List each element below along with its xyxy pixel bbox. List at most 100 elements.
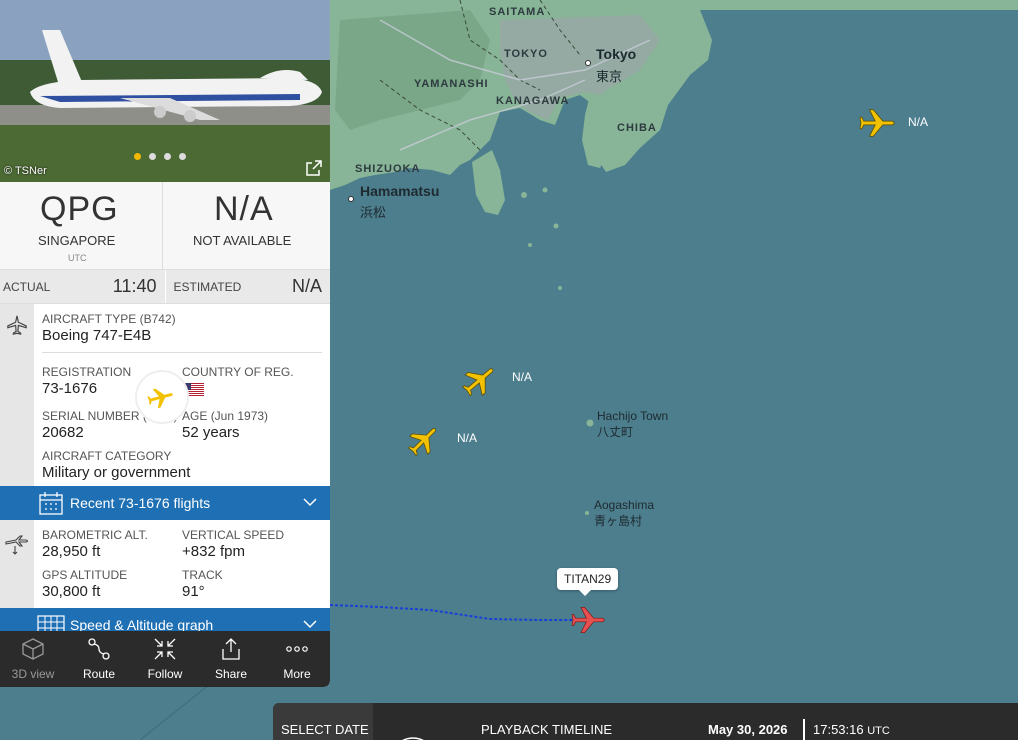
recent-flights-label: Recent 73-1676 flights <box>70 495 211 511</box>
flight-times: ACTUAL 11:40 ESTIMATED N/A <box>0 270 330 304</box>
route-button[interactable]: Route <box>66 631 132 687</box>
aircraft-icon[interactable] <box>462 360 500 398</box>
island-hachijo-jp: 八丈町 <box>597 425 634 439</box>
city-marker-hamamatsu <box>348 196 354 202</box>
gps-alt-value: 30,800 ft <box>42 583 101 600</box>
selected-aircraft-icon[interactable] <box>570 602 610 638</box>
vertical-speed-label: VERTICAL SPEED <box>182 528 285 542</box>
more-label: More <box>283 667 311 681</box>
track-value: 91° <box>182 583 205 600</box>
aircraft-label: N/A <box>512 370 533 384</box>
route-icon <box>88 638 110 660</box>
region-chiba: CHIBA <box>617 122 657 134</box>
aircraft-type-value: Boeing 747-E4B <box>42 327 152 344</box>
share-label: Share <box>214 667 248 681</box>
photo-pager[interactable] <box>134 153 186 160</box>
age-value: 52 years <box>182 424 240 441</box>
selected-callsign-tag[interactable]: TITAN29 <box>557 568 619 596</box>
city-marker-tokyo <box>585 60 591 66</box>
region-kanagawa: KANAGAWA <box>496 95 570 107</box>
aircraft-icon[interactable] <box>858 104 900 142</box>
category-label: AIRCRAFT CATEGORY <box>42 449 172 463</box>
island-aogashima: Aogashima <box>594 498 655 512</box>
playback-title: PLAYBACK TIMELINE <box>481 722 613 737</box>
aircraft-label: N/A <box>457 431 478 445</box>
3d-view-button[interactable]: 3D view <box>0 631 66 687</box>
destination-city: NOT AVAILABLE <box>193 233 292 248</box>
chevron-down-icon <box>303 498 317 507</box>
follow-label: Follow <box>147 667 183 681</box>
actual-time-label: ACTUAL <box>3 279 51 294</box>
more-icon <box>286 646 308 652</box>
photo-pager-dot[interactable] <box>134 153 141 160</box>
playback-bar: SELECT DATE PLAYBACK TIMELINE May 30, 20… <box>273 703 1018 740</box>
section-divider <box>42 352 322 353</box>
flight-data: BAROMETRIC ALT. 28,950 ft VERTICAL SPEED… <box>0 520 330 608</box>
region-yamanashi: YAMANASHI <box>414 78 489 90</box>
route-summary: QPG SINGAPORE UTC N/A NOT AVAILABLE <box>0 182 330 422</box>
share-icon <box>222 638 240 660</box>
aircraft-type-code: (B742) <box>139 312 176 326</box>
aircraft-label: N/A <box>908 115 929 129</box>
origin-city: SINGAPORE <box>38 233 116 248</box>
city-hamamatsu: Hamamatsu <box>360 183 440 199</box>
region-tokyo: TOKYO <box>504 48 548 60</box>
photo-pager-dot[interactable] <box>149 153 156 160</box>
region-shizuoka: SHIZUOKA <box>355 163 421 175</box>
playback-timezone: UTC <box>867 725 890 737</box>
route-label: Route <box>82 667 116 681</box>
country-label: COUNTRY OF REG. <box>182 365 294 379</box>
origin-timezone: UTC <box>68 253 87 263</box>
3d-view-label: 3D view <box>11 667 55 681</box>
follow-button[interactable]: Follow <box>132 631 198 687</box>
select-date-button[interactable]: SELECT DATE <box>273 703 373 740</box>
destination-code[interactable]: N/A <box>214 190 274 229</box>
estimated-time-value: N/A <box>291 276 322 296</box>
flight-detail-panel: © TSNer QPG SINGAPORE UTC N/A NOT AVAILA… <box>0 0 330 687</box>
baro-alt-label: BAROMETRIC ALT. <box>42 528 148 542</box>
island-hachijo: Hachijo Town <box>597 409 669 423</box>
playback-divider <box>803 719 805 740</box>
playback-time-value: 17:53:16 <box>813 722 864 737</box>
region-saitama: SAITAMA <box>489 6 546 18</box>
direction-plane-icon <box>137 372 187 422</box>
share-button[interactable]: Share <box>198 631 264 687</box>
more-button[interactable]: More <box>264 631 330 687</box>
recent-flights-toggle[interactable]: Recent 73-1676 flights <box>0 486 330 520</box>
playback-time: 17:53:16 UTC <box>813 722 890 737</box>
age-label: AGE (Jun 1973) <box>182 409 322 423</box>
estimated-time-label: ESTIMATED <box>173 279 242 294</box>
calendar-icon <box>34 490 68 516</box>
baro-alt-value: 28,950 ft <box>42 543 101 560</box>
aircraft-type-label-text: AIRCRAFT TYPE <box>42 312 137 326</box>
island-aogashima-jp: 青ヶ島村 <box>594 514 643 528</box>
track-label: TRACK <box>182 568 223 582</box>
route-divider <box>162 182 163 270</box>
photo-pager-dot[interactable] <box>164 153 171 160</box>
follow-icon <box>154 638 176 660</box>
origin-code[interactable]: QPG <box>40 190 119 229</box>
city-hamamatsu-jp: 浜松 <box>360 205 387 220</box>
aircraft-icon[interactable] <box>407 421 443 457</box>
estimated-time: ESTIMATED N/A <box>165 270 330 303</box>
city-tokyo-jp: 東京 <box>596 69 623 84</box>
chevron-down-icon <box>303 620 317 629</box>
cube-icon <box>22 638 44 660</box>
vertical-speed-value: +832 fpm <box>182 543 245 560</box>
msn-value: 20682 <box>42 424 84 441</box>
altitude-section-icon <box>0 520 34 608</box>
external-link-icon[interactable] <box>306 160 322 176</box>
photo-credit: © TSNer <box>4 165 47 177</box>
aircraft-type-label: AIRCRAFT TYPE (B742) <box>42 312 322 326</box>
age-label-text: AGE <box>182 409 208 423</box>
aircraft-photo[interactable]: © TSNer <box>0 0 330 182</box>
photo-pager-dot[interactable] <box>179 153 186 160</box>
category-value: Military or government <box>42 464 191 481</box>
playback-date[interactable]: May 30, 2026 <box>708 722 788 737</box>
city-tokyo: Tokyo <box>596 46 637 62</box>
aircraft-section-icon <box>0 304 34 486</box>
gps-alt-label: GPS ALTITUDE <box>42 568 128 582</box>
actual-time: ACTUAL 11:40 <box>0 270 166 303</box>
bottom-toolbar: 3D view Route Follow Share More <box>0 631 330 687</box>
play-control-icon[interactable] <box>398 736 428 740</box>
